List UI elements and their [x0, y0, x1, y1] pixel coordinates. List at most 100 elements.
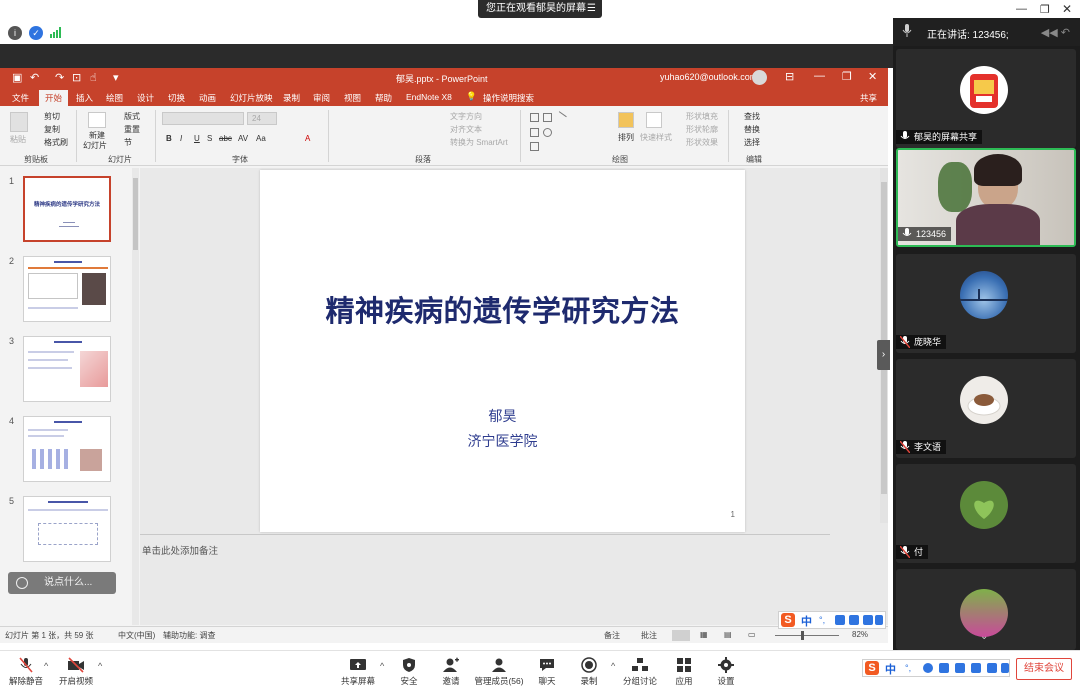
zoom-slider[interactable] — [775, 631, 839, 640]
ime-skin-icon[interactable] — [863, 615, 873, 625]
participant-tile[interactable]: 付 — [896, 464, 1076, 563]
italic-button[interactable]: I — [180, 134, 182, 143]
tab-slideshow[interactable]: 幻灯片放映 — [230, 92, 273, 104]
replace-button[interactable]: 替换 — [744, 124, 760, 135]
shape-line-icon[interactable] — [554, 111, 567, 124]
ime-toolbar[interactable]: S 中 °, — [778, 611, 886, 629]
save-icon[interactable]: ▣ — [12, 71, 22, 84]
shape-oval-icon[interactable] — [543, 128, 552, 137]
ime-tools-icon[interactable] — [987, 663, 997, 673]
shape-textbox-icon[interactable] — [543, 113, 552, 122]
collapse-panel-button[interactable]: › — [877, 340, 890, 370]
scroll-down-icon[interactable]: ⌄ — [980, 631, 988, 642]
ime-punct-icon[interactable]: °, — [819, 615, 829, 625]
ppt-minimize-icon[interactable]: — — [814, 70, 825, 82]
notes-divider[interactable] — [140, 534, 830, 535]
ime-skin-icon[interactable] — [971, 663, 981, 673]
language-indicator[interactable]: 中文(中国) — [118, 630, 155, 641]
present-icon[interactable]: ⊡ — [72, 71, 81, 84]
account-email[interactable]: yuhao620@outlook.com — [660, 72, 757, 82]
emoji-icon[interactable] — [16, 577, 28, 589]
tab-endnote[interactable]: EndNote X8 — [406, 92, 452, 102]
ime-tools-icon[interactable] — [875, 615, 883, 625]
paste-button[interactable]: 粘贴 — [10, 134, 26, 145]
tab-animations[interactable]: 动画 — [199, 92, 216, 104]
notes-placeholder[interactable]: 单击此处添加备注 — [142, 543, 218, 557]
align-text-button[interactable]: 对齐文本 — [450, 124, 482, 135]
cut-button[interactable]: 剪切 — [44, 111, 60, 122]
quick-styles-button[interactable]: 快速样式 — [640, 132, 672, 143]
chat-input-bubble[interactable]: 说点什么... — [8, 572, 116, 594]
signal-icon[interactable] — [50, 27, 62, 38]
share-banner[interactable]: 您正在观看郁昊的屏幕 ☰ — [478, 0, 602, 18]
close-icon[interactable]: ✕ — [1062, 2, 1072, 16]
tab-view[interactable]: 视图 — [344, 92, 361, 104]
participant-tile-video[interactable]: 123456 — [896, 148, 1076, 247]
tab-record[interactable]: 录制 — [283, 92, 300, 104]
settings-button[interactable]: 设置 — [696, 653, 756, 687]
ime-voice-icon[interactable] — [835, 615, 845, 625]
customize-icon[interactable]: ▾ — [113, 71, 119, 84]
shape-triangle-icon[interactable] — [530, 142, 539, 151]
new-slide-button-line2[interactable]: 幻灯片 — [83, 140, 107, 151]
slide-thumbnail[interactable] — [23, 416, 111, 482]
shape-effects-button[interactable]: 形状效果 — [686, 137, 718, 148]
ime-keyboard-icon[interactable] — [955, 663, 965, 673]
ime-menu-icon[interactable] — [1001, 663, 1009, 673]
normal-view-icon[interactable] — [672, 630, 690, 641]
slide-thumbnail[interactable] — [23, 256, 111, 322]
paste-icon[interactable] — [10, 112, 28, 132]
menu-icon[interactable]: ☰ — [587, 0, 596, 18]
slideshow-icon[interactable]: ▭ — [748, 630, 756, 639]
thumbnail-scrollbar[interactable] — [132, 168, 139, 625]
slide-title[interactable]: 精神疾病的遗传学研究方法 — [260, 288, 745, 330]
copy-button[interactable]: 复制 — [44, 124, 60, 135]
zoom-level[interactable]: 82% — [852, 630, 868, 639]
ime-punct-icon[interactable]: °, — [905, 663, 915, 673]
slide-sorter-icon[interactable]: ▦ — [700, 630, 708, 639]
slide-thumbnail[interactable] — [23, 496, 111, 562]
account-avatar[interactable] — [752, 70, 767, 85]
smartart-button[interactable]: 转换为 SmartArt — [450, 137, 508, 148]
find-button[interactable]: 查找 — [744, 111, 760, 122]
zoom-slider-handle[interactable] — [801, 631, 804, 640]
new-slide-icon[interactable] — [88, 112, 106, 128]
select-button[interactable]: 选择 — [744, 137, 760, 148]
shape-fill-button[interactable]: 形状填充 — [686, 111, 718, 122]
tab-help[interactable]: 帮助 — [375, 92, 392, 104]
slide-thumbnail[interactable] — [23, 336, 111, 402]
reading-view-icon[interactable]: ▤ — [724, 630, 732, 639]
arrange-button[interactable]: 排列 — [618, 132, 634, 143]
start-video-button[interactable]: 开启视频 — [46, 653, 106, 687]
font-name-select[interactable] — [162, 112, 244, 125]
undo-icon[interactable]: ↶ — [30, 71, 39, 84]
participant-tile[interactable]: 李文语 — [896, 359, 1076, 458]
ime-toolbar[interactable]: S 中 °, — [862, 659, 1010, 677]
shadow-button[interactable]: S — [207, 134, 212, 143]
ime-emoji-icon[interactable] — [923, 663, 933, 673]
participant-tile[interactable]: ⌄ — [896, 569, 1076, 650]
touch-mode-icon[interactable]: ☝ — [90, 71, 97, 84]
participant-tile-screen-share[interactable]: 郁昊的屏幕共享 — [896, 49, 1076, 148]
font-color-button[interactable]: A — [305, 134, 310, 143]
shape-outline-button[interactable]: 形状轮廓 — [686, 124, 718, 135]
ppt-restore-icon[interactable]: ❐ — [842, 70, 852, 83]
format-painter-button[interactable]: 格式刷 — [44, 137, 68, 148]
ime-voice-icon[interactable] — [939, 663, 949, 673]
underline-button[interactable]: U — [194, 134, 200, 143]
bold-button[interactable]: B — [166, 134, 172, 143]
tab-insert[interactable]: 插入 — [76, 92, 93, 104]
notes-button[interactable]: 备注 — [604, 630, 620, 641]
minimize-icon[interactable]: — — [1016, 3, 1027, 15]
tab-transitions[interactable]: 切换 — [168, 92, 185, 104]
video-options-chevron-icon[interactable]: ^ — [98, 661, 102, 671]
tab-draw[interactable]: 绘图 — [106, 92, 123, 104]
quick-styles-icon[interactable] — [646, 112, 662, 128]
ribbon-display-icon[interactable]: ⊟ — [785, 70, 794, 83]
tell-me-search[interactable]: 操作说明搜索 — [483, 92, 534, 104]
restore-icon[interactable]: ❐ — [1040, 3, 1050, 16]
tab-review[interactable]: 审阅 — [313, 92, 330, 104]
tab-design[interactable]: 设计 — [137, 92, 154, 104]
shape-rect2-icon[interactable] — [530, 128, 539, 137]
arrange-icon[interactable] — [618, 112, 634, 128]
